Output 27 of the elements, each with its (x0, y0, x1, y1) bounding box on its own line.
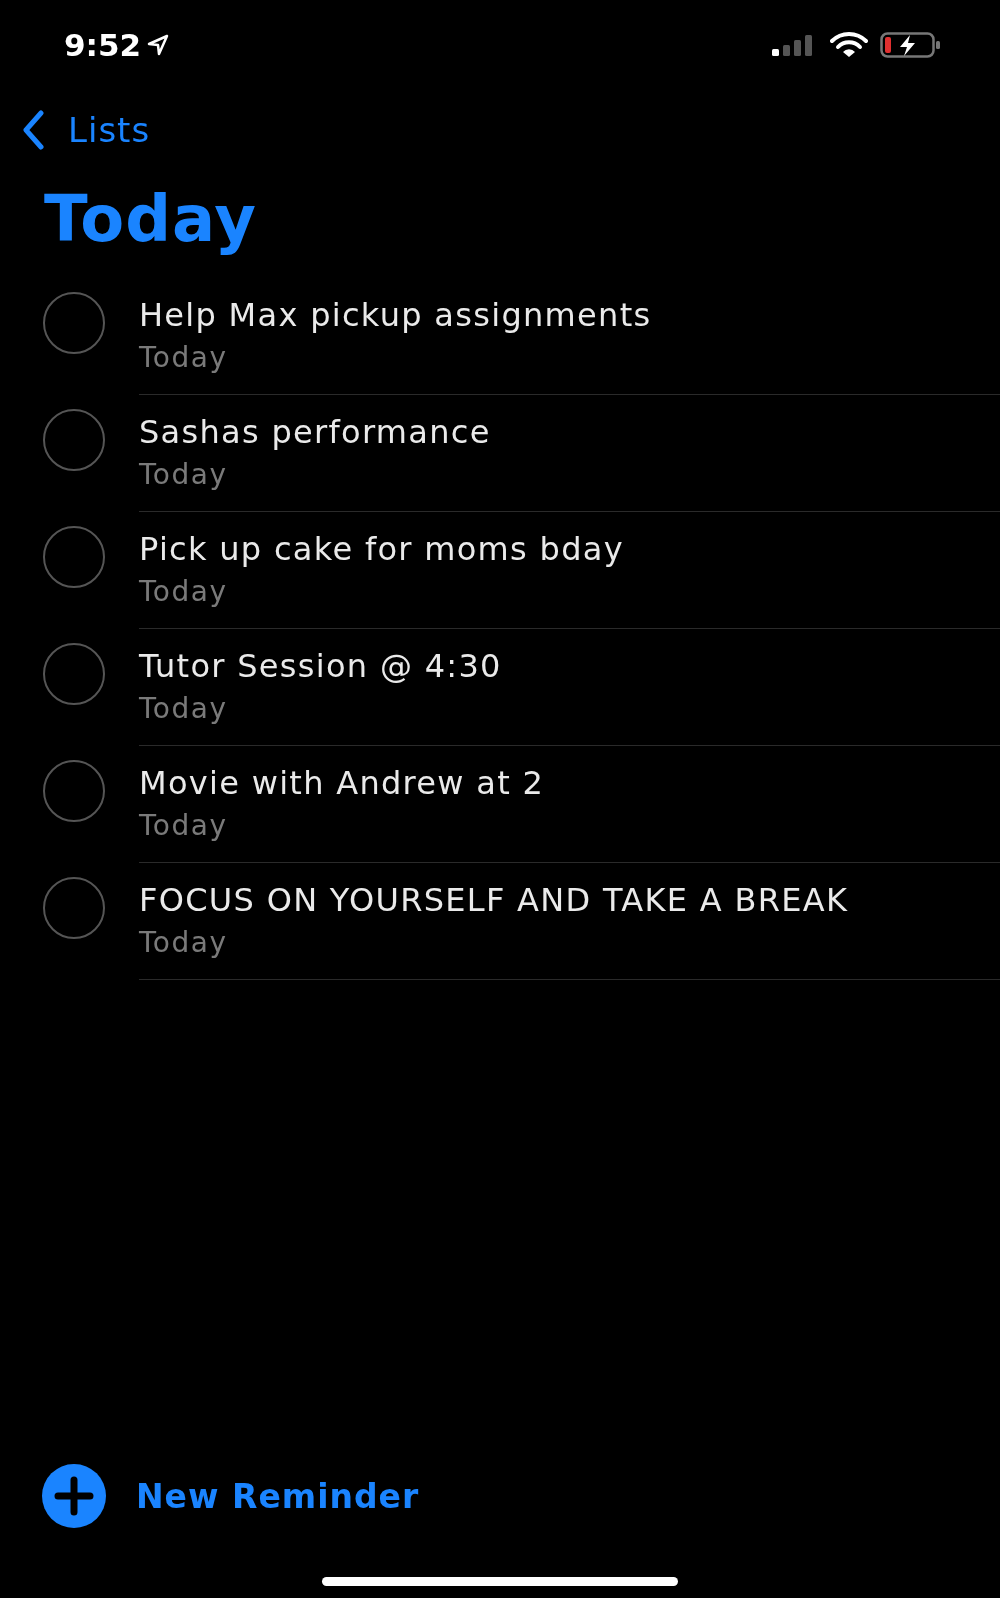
reminder-title: Movie with Andrew at 2 (139, 763, 546, 804)
reminder-title: Help Max pickup assignments (139, 295, 653, 336)
location-arrow-icon (147, 34, 170, 56)
reminder-checkbox[interactable] (43, 526, 105, 588)
reminder-title: Sashas performance (139, 412, 492, 453)
reminder-due-date: Today (139, 458, 229, 491)
wifi-icon (830, 31, 868, 59)
reminder-title: Pick up cake for moms bday (139, 529, 625, 570)
reminder-due-date: Today (139, 341, 229, 374)
new-reminder-button[interactable]: New Reminder (0, 1461, 1000, 1531)
reminder-due-date: Today (139, 575, 229, 608)
reminder-due-date: Today (139, 692, 229, 725)
reminder-due-date: Today (139, 926, 229, 959)
battery-charging-icon (880, 31, 942, 59)
reminder-due-date: Today (139, 809, 229, 842)
reminder-checkbox[interactable] (43, 409, 105, 471)
reminder-title: Tutor Session @ 4:30 (139, 646, 503, 687)
reminder-checkbox[interactable] (43, 292, 105, 354)
status-time: 9:52 (64, 27, 142, 63)
page-title: Today (43, 181, 258, 258)
chevron-left-icon (22, 110, 44, 150)
reminder-title: FOCUS ON YOURSELF AND TAKE A BREAK (139, 880, 850, 921)
reminder-checkbox[interactable] (43, 643, 105, 705)
reminder-checkbox[interactable] (43, 877, 105, 939)
reminder-checkbox[interactable] (43, 760, 105, 822)
plus-circle-icon (42, 1464, 106, 1528)
back-button[interactable]: Lists (22, 110, 151, 150)
